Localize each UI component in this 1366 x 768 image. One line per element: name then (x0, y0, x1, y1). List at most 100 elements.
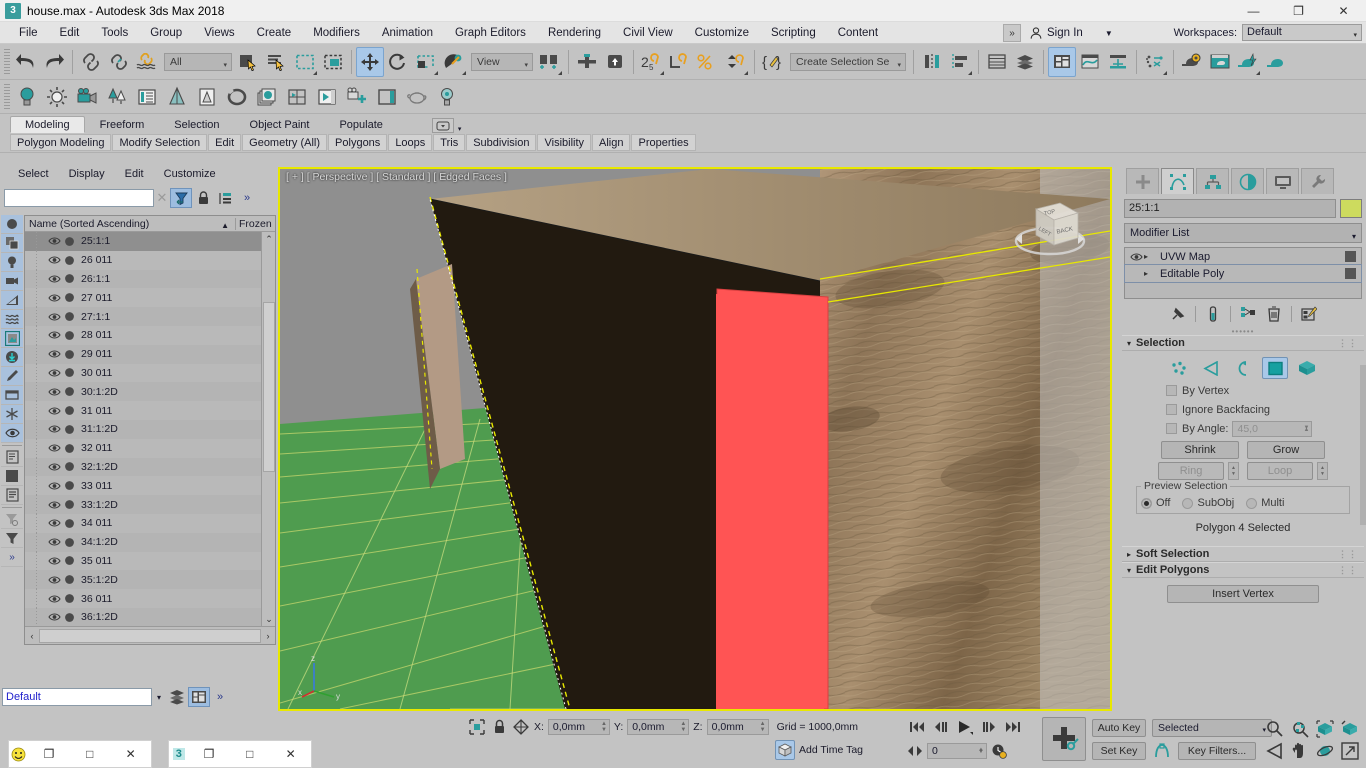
zoom-extents-button[interactable] (1312, 718, 1337, 740)
hscroll-thumb[interactable] (39, 629, 261, 643)
eye-icon[interactable] (47, 424, 62, 434)
panel-geometry-all[interactable]: Geometry (All) (242, 134, 327, 151)
mirror-button[interactable] (918, 47, 946, 77)
modify-tab[interactable] (1161, 168, 1194, 194)
ring-button[interactable]: Ring (1158, 462, 1224, 480)
panel-edit[interactable]: Edit (208, 134, 241, 151)
stack-toggle-box[interactable] (1345, 268, 1356, 279)
scroll-up-button[interactable]: ⌃ (262, 232, 276, 246)
render-dot-icon[interactable] (62, 330, 76, 341)
border-level-button[interactable] (1230, 357, 1256, 379)
render-dot-icon[interactable] (62, 405, 76, 416)
panel-resize-grip[interactable]: •••••• (1120, 327, 1366, 335)
se-menu-display[interactable]: Display (59, 168, 115, 180)
zoom-button[interactable] (1262, 718, 1287, 740)
panel-polygons[interactable]: Polygons (328, 134, 387, 151)
add-time-tag-group[interactable]: Add Time Tag (775, 740, 863, 760)
restore-button[interactable]: ❐ (189, 741, 230, 767)
ignore-backfacing-row[interactable]: Ignore Backfacing (1128, 400, 1358, 419)
go-to-start-button[interactable] (906, 716, 928, 738)
funnel-tool[interactable] (1, 529, 23, 548)
time-tag-button[interactable] (775, 740, 795, 760)
menu-group[interactable]: Group (139, 22, 193, 44)
eye-icon[interactable] (47, 312, 62, 322)
eye-icon[interactable] (47, 387, 62, 397)
tab-selection[interactable]: Selection (159, 116, 234, 133)
menu-scripting[interactable]: Scripting (760, 22, 827, 44)
grow-button[interactable]: Grow (1247, 441, 1325, 459)
box-tool[interactable] (1, 386, 23, 405)
show-end-result-button[interactable] (1201, 303, 1225, 325)
table-row[interactable]: 30 011 (25, 364, 261, 383)
configure-modifier-sets-button[interactable] (1297, 303, 1321, 325)
panel-modify-selection[interactable]: Modify Selection (112, 134, 207, 151)
menu-modifiers[interactable]: Modifiers (302, 22, 371, 44)
search-input[interactable] (4, 189, 154, 207)
toolbar-grip[interactable] (4, 84, 10, 110)
render-production-button[interactable] (1234, 47, 1262, 77)
render-dot-icon[interactable] (62, 367, 76, 378)
x-field[interactable]: 0,0mm ▲ ▼ (548, 719, 610, 735)
key-mode-button[interactable] (1152, 743, 1172, 759)
panel-tris[interactable]: Tris (433, 134, 465, 151)
render-dot-icon[interactable] (62, 555, 76, 566)
rollout-selection-header[interactable]: ▾ Selection ⋮⋮ (1122, 335, 1364, 351)
spacewarp-tool[interactable] (1, 310, 23, 329)
ring-button[interactable] (222, 83, 252, 111)
eye-icon[interactable] (47, 236, 62, 246)
sun-button[interactable] (42, 83, 72, 111)
light-tool[interactable] (1, 253, 23, 272)
table-row[interactable]: 29 011 (25, 345, 261, 364)
menu-file[interactable]: File (8, 22, 49, 44)
eye-icon[interactable] (47, 462, 62, 472)
tab-populate[interactable]: Populate (324, 116, 397, 133)
layers-button[interactable] (1011, 47, 1039, 77)
named-selection-set-combo[interactable]: Create Selection Se ▾ (790, 53, 906, 71)
layer-bar-more-button[interactable]: » (217, 691, 223, 703)
menu-views[interactable]: Views (193, 22, 245, 44)
sign-in-button[interactable]: Sign In ▼ (1025, 23, 1117, 43)
lock-button[interactable] (192, 188, 214, 208)
undo-button[interactable] (12, 47, 40, 77)
eye-icon[interactable] (47, 481, 62, 491)
object-name-field[interactable]: 25:1:1 (1124, 199, 1336, 218)
curve-editor-button[interactable] (1076, 47, 1104, 77)
table-row[interactable]: 32:1:2D (25, 458, 261, 477)
lock-selection-button[interactable] (490, 718, 508, 736)
polygon-level-button[interactable] (1262, 357, 1288, 379)
close-button[interactable]: ✕ (110, 741, 151, 767)
field-of-view-button[interactable] (1262, 740, 1287, 762)
select-by-name-button[interactable] (263, 47, 291, 77)
particle-view-button[interactable] (1141, 47, 1169, 77)
loop-spinner[interactable]: ▲▼ (1317, 462, 1328, 480)
maximize-viewport-button[interactable] (1337, 740, 1362, 762)
minimize-button[interactable]: — (1231, 0, 1276, 22)
layer-explorer-button[interactable] (188, 687, 210, 707)
time-configuration-button[interactable] (990, 742, 1008, 760)
se-menu-customize[interactable]: Customize (154, 168, 226, 180)
panel-properties[interactable]: Properties (631, 134, 695, 151)
select-and-rotate-button[interactable] (384, 47, 412, 77)
camera-button[interactable] (72, 83, 102, 111)
stack-item-editable-poly[interactable]: ▸ Editable Poly (1125, 265, 1361, 282)
select-and-place-button[interactable] (440, 47, 468, 77)
material-editor-button[interactable] (1178, 47, 1206, 77)
hscroll-left-button[interactable]: ‹ (25, 629, 39, 643)
rollout-soft-selection-header[interactable]: ▸ Soft Selection ⋮⋮ (1122, 546, 1364, 562)
menu-graph-editors[interactable]: Graph Editors (444, 22, 537, 44)
preview-subobj-radio[interactable] (1182, 498, 1193, 509)
render-setup-button[interactable] (1206, 47, 1234, 77)
utilities-tab[interactable] (1301, 168, 1334, 194)
use-pivot-point-center-button[interactable] (536, 47, 564, 77)
columns-button[interactable] (214, 188, 236, 208)
eye-icon[interactable] (47, 500, 62, 510)
edit-named-selection-sets-button[interactable]: { } (759, 47, 787, 77)
eye-icon[interactable] (47, 274, 62, 284)
render-dot-icon[interactable] (62, 499, 76, 510)
layer-caret-icon[interactable]: ▾ (152, 693, 166, 702)
eye-icon[interactable] (47, 443, 62, 453)
shrink-button[interactable]: Shrink (1161, 441, 1239, 459)
select-and-scale-button[interactable] (412, 47, 440, 77)
render-dot-icon[interactable] (62, 273, 76, 284)
element-level-button[interactable] (1294, 357, 1320, 379)
